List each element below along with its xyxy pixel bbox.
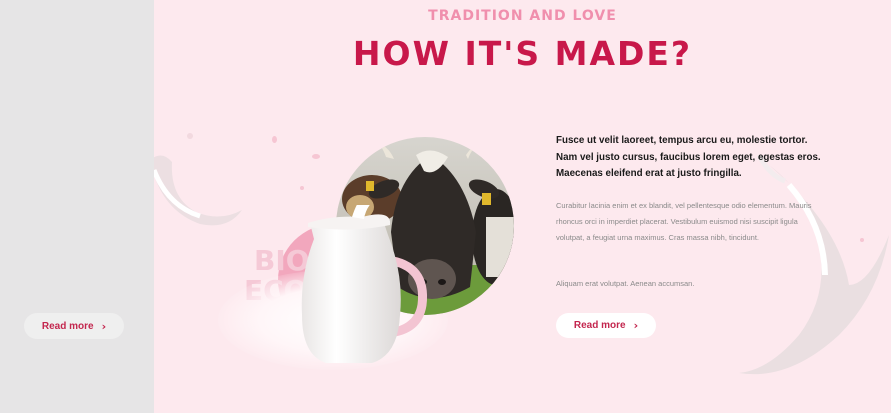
milk-jug (292, 192, 432, 370)
milk-drop (312, 154, 320, 159)
previous-slide-panel: Read more › (0, 0, 154, 413)
previous-read-more-button[interactable]: Read more › (24, 313, 124, 339)
milk-drop (272, 136, 277, 143)
milk-splash-left (154, 120, 250, 240)
how-its-made-section: TRADITION AND LOVE HOW IT'S MADE? BIO EC… (154, 0, 891, 413)
body-paragraph-secondary: Aliquam erat volutpat. Aenean accumsan. (556, 279, 695, 288)
milk-drop (300, 186, 304, 190)
chevron-right-icon: › (101, 319, 107, 333)
chevron-right-icon: › (633, 319, 639, 332)
read-more-label: Read more (573, 320, 626, 331)
read-more-button[interactable]: Read more › (556, 313, 656, 338)
section-eyebrow: TRADITION AND LOVE (428, 8, 617, 24)
lead-paragraph: Fusce ut velit laoreet, tempus arcu eu, … (556, 135, 821, 179)
read-more-label: Read more (41, 320, 94, 332)
milk-splash-right (729, 153, 891, 385)
body-paragraph: Curabitur lacinia enim et ex blandit, ve… (556, 201, 812, 242)
section-title: HOW IT'S MADE? (352, 34, 693, 73)
